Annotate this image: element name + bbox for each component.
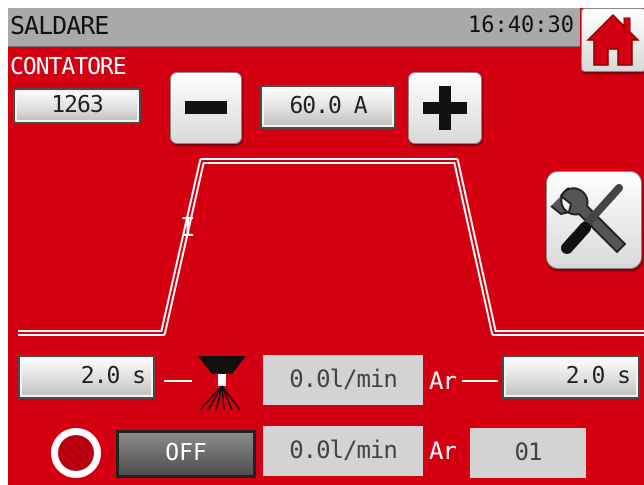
pre-gas-flow[interactable]: 0.0l/min — [263, 355, 423, 405]
gas-type: Ar — [429, 437, 457, 465]
current-axis-label: I — [180, 213, 196, 243]
gas-test-button[interactable] — [51, 428, 101, 478]
connector-line — [462, 380, 498, 382]
torch-icon — [198, 356, 246, 411]
pre-gas-time[interactable]: 2.0 s — [18, 355, 155, 399]
program-number[interactable]: 01 — [470, 428, 586, 478]
current-profile-graph — [18, 158, 644, 336]
gas-flow[interactable]: 0.0l/min — [263, 426, 423, 476]
post-gas-time[interactable]: 2.0 s — [502, 355, 640, 399]
gas-state-toggle[interactable]: OFF — [116, 430, 256, 478]
welding-screen: SALDARE 16:40:30 CONTATORE 1263 60.0 A I… — [8, 8, 644, 485]
pre-gas-type: Ar — [429, 367, 457, 395]
gas-cylinder-icon — [58, 435, 94, 471]
connector-line — [164, 380, 192, 382]
